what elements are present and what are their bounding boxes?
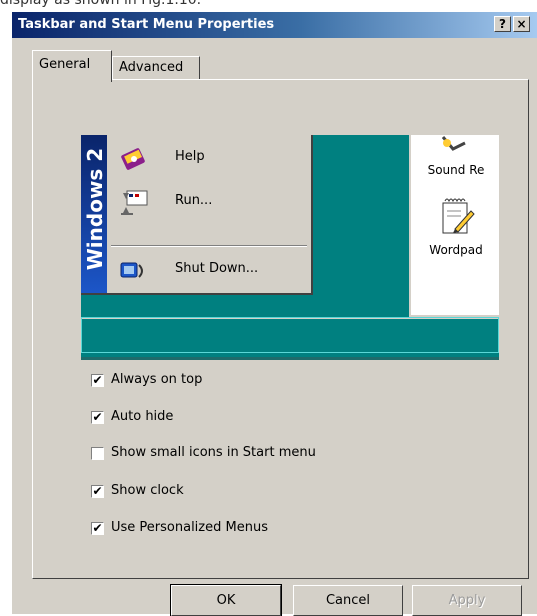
tab-general[interactable]: General	[32, 50, 112, 82]
start-menu-item-help: Help	[117, 141, 307, 181]
taskbar-preview: Windows 2 Help Run... Shut Down... Sound…	[81, 135, 499, 363]
start-menu-banner-text: Windows 2	[83, 147, 107, 271]
start-menu-item-shut-down: Shut Down...	[117, 253, 307, 293]
apply-button[interactable]: Apply	[412, 585, 522, 616]
ok-button[interactable]: OK	[170, 584, 282, 616]
open-window-preview: Sound Re Wordpad	[409, 135, 499, 317]
option-label-auto-hide: Auto hide	[111, 409, 174, 424]
title-bar: Taskbar and Start Menu Properties ? ×	[12, 12, 537, 38]
start-menu-label-help: Help	[175, 149, 205, 164]
run-icon	[121, 190, 148, 215]
option-label-show-clock: Show clock	[111, 483, 184, 498]
shut-down-icon	[120, 262, 143, 278]
help-book-icon	[121, 148, 145, 170]
start-menu-banner: Windows 2	[81, 135, 107, 293]
option-label-personalized-menus: Use Personalized Menus	[111, 520, 268, 535]
option-label-show-small-icons: Show small icons in Start menu	[111, 445, 316, 460]
taskbar-bottom-edge	[81, 357, 499, 360]
start-menu-label-run: Run...	[175, 193, 213, 208]
start-menu-separator	[111, 245, 307, 247]
tab-advanced[interactable]: Advanced	[112, 56, 200, 80]
checkbox-show-small-icons[interactable]	[91, 447, 104, 460]
taskbar-highlight	[81, 317, 499, 353]
close-button[interactable]: ×	[513, 16, 530, 32]
general-tab-panel: Windows 2 Help Run... Shut Down... Sound…	[32, 79, 529, 579]
window-item-sound-recorder: Sound Re	[427, 163, 485, 177]
start-menu-item-run: Run...	[117, 185, 307, 225]
caption-fragment: display as shown in Fig.1.10.	[0, 0, 202, 8]
cancel-button[interactable]: Cancel	[293, 585, 403, 616]
wordpad-icon	[442, 198, 475, 234]
start-menu-label-shut-down: Shut Down...	[175, 261, 259, 276]
checkbox-show-clock[interactable]: ✔	[91, 485, 104, 498]
checkbox-always-on-top[interactable]: ✔	[91, 374, 104, 387]
help-button[interactable]: ?	[494, 16, 511, 32]
checkbox-personalized-menus[interactable]: ✔	[91, 522, 104, 535]
dialog-title: Taskbar and Start Menu Properties	[18, 17, 275, 32]
option-label-always-on-top: Always on top	[111, 372, 203, 387]
sound-recorder-icon	[441, 136, 466, 151]
start-menu-preview: Windows 2 Help Run... Shut Down...	[81, 135, 313, 295]
properties-dialog: Taskbar and Start Menu Properties ? × Ge…	[10, 10, 537, 616]
checkbox-auto-hide[interactable]: ✔	[91, 411, 104, 424]
window-item-wordpad: Wordpad	[429, 243, 483, 257]
